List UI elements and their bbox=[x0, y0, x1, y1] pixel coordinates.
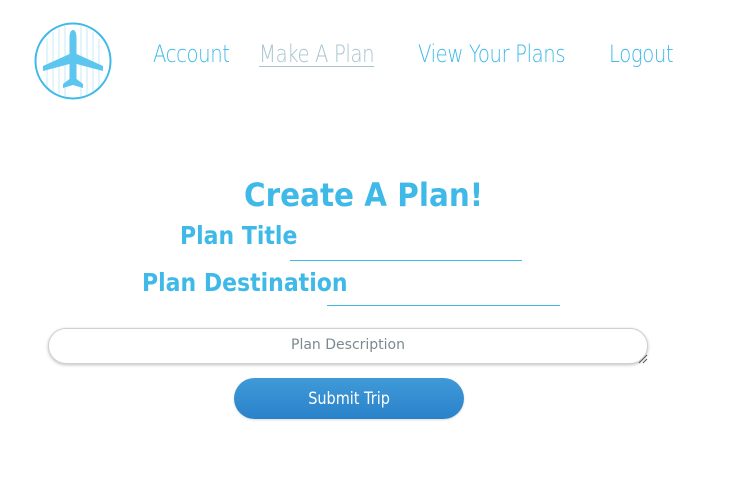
plan-title-input[interactable] bbox=[290, 232, 522, 261]
submit-trip-button[interactable]: Submit Trip bbox=[234, 378, 464, 419]
resize-grip-icon[interactable] bbox=[638, 354, 648, 364]
airplane-logo-icon[interactable] bbox=[33, 21, 113, 101]
nav-logout-link[interactable]: Logout bbox=[609, 40, 674, 68]
page: Account Make A Plan View Your Plans Logo… bbox=[0, 0, 732, 500]
nav-view-your-plans-link[interactable]: View Your Plans bbox=[418, 40, 566, 68]
nav-make-a-plan-link[interactable]: Make A Plan bbox=[259, 40, 375, 68]
plan-destination-input[interactable] bbox=[327, 277, 560, 306]
nav-account-link[interactable]: Account bbox=[153, 40, 230, 68]
plan-destination-label: Plan Destination bbox=[142, 268, 348, 297]
plan-title-label: Plan Title bbox=[180, 221, 298, 250]
plan-description-input[interactable] bbox=[48, 328, 648, 364]
form-title: Create A Plan! bbox=[244, 176, 484, 214]
submit-trip-label: Submit Trip bbox=[308, 388, 390, 409]
